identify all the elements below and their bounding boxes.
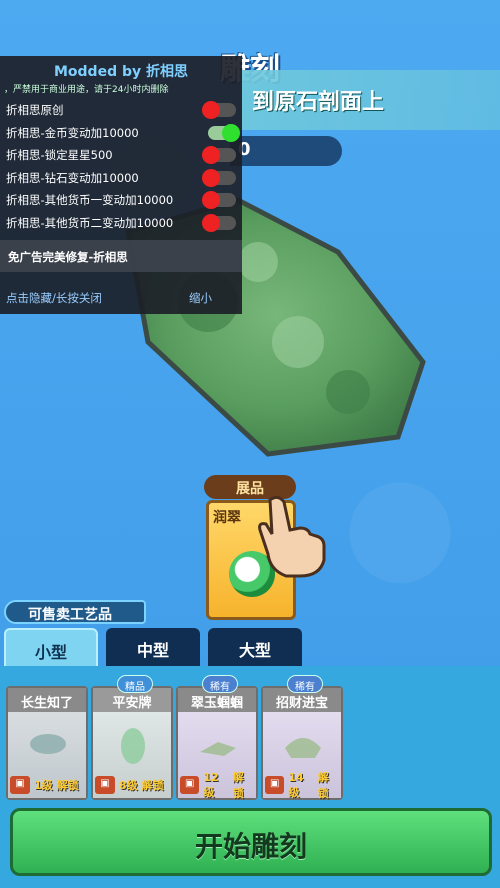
mod-menu-footer: 点击隐藏/长按关闭 缩小 xyxy=(0,278,242,306)
quality-tag: 精品 xyxy=(117,675,153,693)
size-tabs: 小型 中型 大型 xyxy=(4,628,304,668)
toggle-switch[interactable] xyxy=(202,168,236,187)
item-lock-row: ▣ 14级 解锁 xyxy=(265,771,339,800)
item-level: 12级 xyxy=(203,770,219,799)
quality-tag: 稀有 xyxy=(287,675,323,693)
toggle-switch[interactable] xyxy=(202,191,236,209)
mod-item-label: 折相思-其他货币二变动加10000 xyxy=(6,215,174,230)
cicada-icon xyxy=(30,734,66,754)
gift-icon: ▣ xyxy=(265,776,285,794)
item-unlock: 解锁 xyxy=(141,779,164,792)
list-item[interactable]: 稀有 翠玉蝈蝈 ▣ 12级 解锁 xyxy=(176,675,258,800)
pendant-icon xyxy=(121,728,145,764)
quality-tag: 稀有 xyxy=(202,675,238,693)
toggle-switch[interactable] xyxy=(202,146,236,164)
mod-menu-panel[interactable]: Modded by 折相思 ，严禁用于商业用途，请于24小时内删除 折相思原创 … xyxy=(0,56,242,314)
mod-item-3[interactable]: 折相思-钻石变动加10000 xyxy=(0,167,242,189)
item-level: 1级 xyxy=(34,779,53,792)
mod-item-1[interactable]: 折相思-金币变动加10000 xyxy=(0,122,242,144)
item-lock-row: ▣ 1级 解锁 xyxy=(10,774,84,796)
mod-item-label: 折相思-金币变动加10000 xyxy=(6,125,139,140)
item-lock-row: ▣ 8级 解锁 xyxy=(95,774,169,796)
mod-menu-title: Modded by 折相思 xyxy=(53,64,188,80)
item-unlock: 解锁 xyxy=(232,771,244,800)
item-lock-row: ▣ 12级 解锁 xyxy=(180,771,254,800)
pointing-hand-icon xyxy=(258,495,326,578)
item-unlock: 解锁 xyxy=(317,771,329,800)
tab-large[interactable]: 大型 xyxy=(208,628,302,668)
mod-item-label: 折相思-锁定星星500 xyxy=(6,148,113,162)
mod-item-label: 折相思-其他货币一变动加10000 xyxy=(6,193,174,207)
item-list: 长生知了 ▣ 1级 解锁 精品 平安牌 ▣ 8级 解锁 稀有 翠玉蝈蝈 ▣ 12… xyxy=(6,675,343,800)
mod-item-2[interactable]: 折相思-锁定星星500 xyxy=(0,144,242,166)
mod-item-label: 折相思原创 xyxy=(6,103,64,117)
gift-icon: ▣ xyxy=(95,776,115,794)
gift-icon: ▣ xyxy=(180,776,200,794)
grasshopper-icon xyxy=(200,742,236,756)
tab-medium[interactable]: 中型 xyxy=(106,628,200,668)
mod-item-5[interactable]: 折相思-其他货币二变动加10000 xyxy=(0,212,242,234)
minimize-link[interactable]: 缩小 xyxy=(189,290,212,306)
start-carving-button[interactable]: 开始雕刻 xyxy=(10,808,492,876)
mod-item-label: 折相思-钻石变动加10000 xyxy=(6,170,139,185)
toggle-switch[interactable] xyxy=(202,213,236,232)
gift-icon: ▣ xyxy=(10,776,30,794)
toggle-switch[interactable] xyxy=(202,101,236,119)
sellable-section-label: 可售卖工艺品 xyxy=(4,600,146,624)
mod-fix-item[interactable]: 免广告完美修复-折相思 xyxy=(0,239,242,272)
list-item[interactable]: 稀有 招财进宝 ▣ 14级 解锁 xyxy=(261,675,343,800)
list-item[interactable]: 长生知了 ▣ 1级 解锁 xyxy=(6,686,88,800)
mod-menu-subtitle: ，严禁用于商业用途，请于24小时内删除 xyxy=(4,85,169,95)
list-item[interactable]: 精品 平安牌 ▣ 8级 解锁 xyxy=(91,675,173,800)
item-unlock: 解锁 xyxy=(56,779,79,792)
toggle-switch[interactable] xyxy=(208,123,240,142)
mod-item-4[interactable]: 折相思-其他货币一变动加10000 xyxy=(0,189,242,211)
tab-small[interactable]: 小型 xyxy=(4,628,98,668)
counter-pill: 0 xyxy=(230,136,342,166)
mod-item-0[interactable]: 折相思原创 xyxy=(0,99,242,121)
item-name: 长生知了 xyxy=(8,688,86,712)
hide-close-link[interactable]: 点击隐藏/长按关闭 xyxy=(6,290,102,306)
treasure-icon xyxy=(285,738,321,758)
item-level: 14级 xyxy=(288,770,304,799)
item-level: 8级 xyxy=(119,779,138,792)
instruction-banner: 到原石剖面上 xyxy=(240,70,500,130)
